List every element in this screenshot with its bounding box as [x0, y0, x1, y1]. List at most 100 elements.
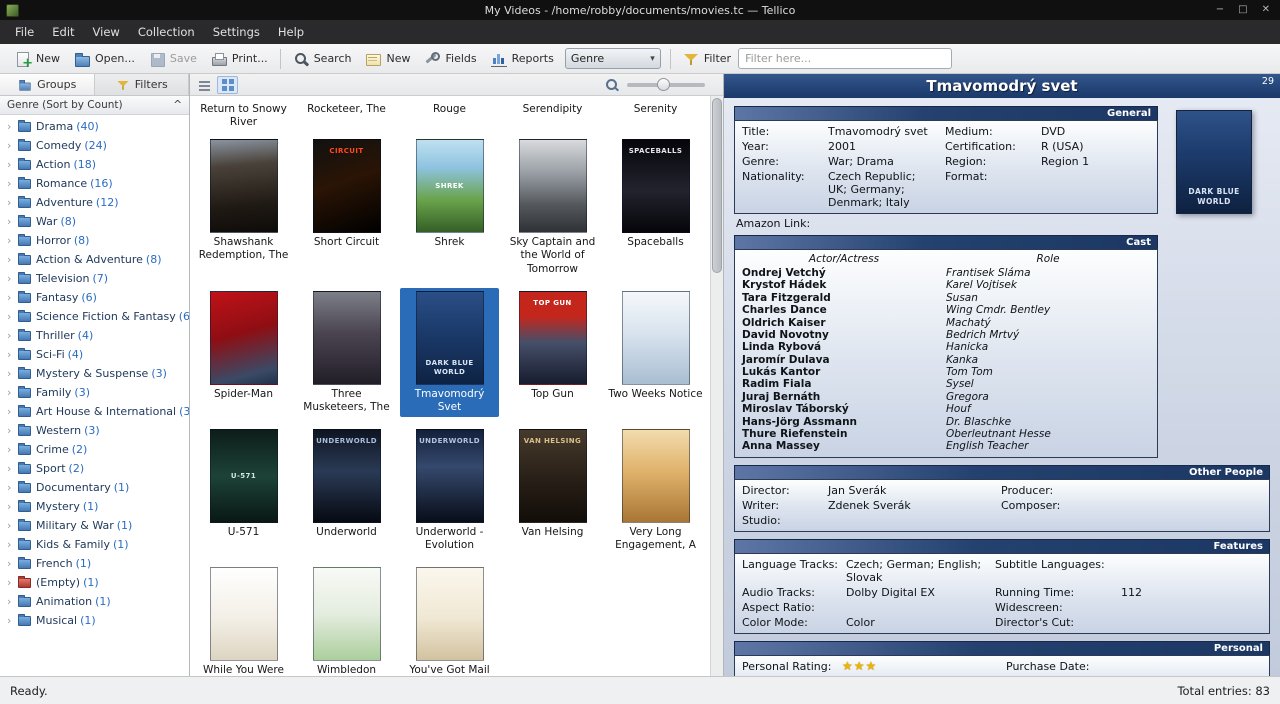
filter-input[interactable] [738, 48, 952, 69]
filter-button[interactable]: Filter [676, 48, 738, 70]
entry-tile[interactable]: UNDERWORLDUnderworld [297, 426, 396, 555]
group-count: (8) [60, 215, 76, 228]
expander-icon: › [7, 215, 17, 228]
expander-icon: › [7, 557, 17, 570]
group-sort-header[interactable]: Genre (Sort by Count) ^ [0, 96, 189, 115]
group-action[interactable]: ›Action(18) [0, 155, 189, 174]
group-western[interactable]: ›Western(3) [0, 421, 189, 440]
entry-tile-partial[interactable]: Serenity [606, 100, 705, 132]
movie-cover [622, 291, 690, 385]
entry-tile[interactable]: VAN HELSINGVan Helsing [503, 426, 602, 555]
group-adventure[interactable]: ›Adventure(12) [0, 193, 189, 212]
expander-icon: › [7, 272, 17, 285]
group-mystery-suspense[interactable]: ›Mystery & Suspense(3) [0, 364, 189, 383]
group-empty[interactable]: ›(Empty)(1) [0, 573, 189, 592]
entry-tile[interactable]: SHREKShrek [400, 136, 499, 278]
scrollbar-thumb[interactable] [712, 98, 722, 273]
group-fantasy[interactable]: ›Fantasy(6) [0, 288, 189, 307]
menu-view[interactable]: View [84, 21, 129, 43]
entry-tile[interactable]: Three Musketeers, The [297, 288, 396, 417]
entry-tile[interactable]: While You Were Sleeping [194, 564, 293, 676]
entry-tile-partial[interactable]: Return to Snowy River [194, 100, 293, 132]
group-count: (1) [117, 519, 133, 532]
open-button[interactable]: Open... [67, 48, 142, 70]
entry-tile[interactable]: Two Weeks Notice [606, 288, 705, 417]
group-romance[interactable]: ›Romance(16) [0, 174, 189, 193]
icon-view-button[interactable] [217, 76, 238, 94]
toolbar-button-label: Print... [232, 52, 268, 65]
new-entry-button[interactable]: New [358, 48, 417, 70]
cover-title-text: DARK BLUE WORLD [1179, 187, 1249, 206]
entry-tile[interactable]: Wimbledon [297, 564, 396, 676]
group-family[interactable]: ›Family(3) [0, 383, 189, 402]
group-military-war[interactable]: ›Military & War(1) [0, 516, 189, 535]
menu-settings[interactable]: Settings [204, 21, 269, 43]
zoom-slider[interactable] [627, 83, 705, 87]
entry-tile[interactable]: CIRCUITShort Circuit [297, 136, 396, 278]
entry-tile[interactable]: Spider-Man [194, 288, 293, 417]
amazon-link-label[interactable]: Amazon Link: [734, 214, 1158, 235]
cover-title-text: TOP GUN [522, 299, 584, 308]
icon-view-scrollbar[interactable] [710, 96, 723, 676]
entry-tile[interactable]: UNDERWORLDUnderworld - Evolution [400, 426, 499, 555]
group-action-adventure[interactable]: ›Action & Adventure(8) [0, 250, 189, 269]
group-drama[interactable]: ›Drama(40) [0, 117, 189, 136]
entry-tile[interactable]: U-571U-571 [194, 426, 293, 555]
group-television[interactable]: ›Television(7) [0, 269, 189, 288]
group-animation[interactable]: ›Animation(1) [0, 592, 189, 611]
menu-collection[interactable]: Collection [129, 21, 204, 43]
group-french[interactable]: ›French(1) [0, 554, 189, 573]
zoom-out-icon[interactable] [604, 77, 620, 93]
entry-tile[interactable]: Shawshank Redemption, The [194, 136, 293, 278]
menu-edit[interactable]: Edit [43, 21, 83, 43]
group-count: (1) [83, 500, 99, 513]
menu-file[interactable]: File [6, 21, 43, 43]
role-name: Kanka [946, 354, 1150, 366]
entry-tile[interactable]: TOP GUNTop Gun [503, 288, 602, 417]
fields-button[interactable]: Fields [417, 48, 483, 70]
tab-filters[interactable]: Filters [95, 74, 190, 95]
group-sci-fi[interactable]: ›Sci-Fi(4) [0, 345, 189, 364]
entry-tile-partial[interactable]: Rocketeer, The [297, 100, 396, 132]
group-art-house-international[interactable]: ›Art House & International(3) [0, 402, 189, 421]
window-title: My Videos - /home/robby/documents/movies… [0, 4, 1280, 17]
entry-tile-partial[interactable]: Serendipity [503, 100, 602, 132]
group-by-select[interactable]: Genre▾ [565, 48, 661, 69]
menu-help[interactable]: Help [269, 21, 313, 43]
role-name: English Teacher [946, 440, 1150, 452]
section-header-other-people: Other People [734, 465, 1270, 479]
entry-tile[interactable]: DARK BLUE WORLDTmavomodrý Svet [400, 288, 499, 417]
group-crime[interactable]: ›Crime(2) [0, 440, 189, 459]
entry-tile-partial[interactable]: Rouge [400, 100, 499, 132]
field-label: Director: [742, 484, 820, 497]
list-view-button[interactable] [194, 76, 215, 94]
group-science-fiction-fantasy[interactable]: ›Science Fiction & Fantasy(6) [0, 307, 189, 326]
group-war[interactable]: ›War(8) [0, 212, 189, 231]
close-button[interactable]: ✕ [1262, 0, 1270, 20]
group-horror[interactable]: ›Horror(8) [0, 231, 189, 250]
entry-icon-view: Return to Snowy RiverRocketeer, TheRouge… [190, 74, 724, 676]
group-mystery[interactable]: ›Mystery(1) [0, 497, 189, 516]
print-button[interactable]: Print... [204, 48, 275, 70]
new-collection-button[interactable]: New [8, 48, 67, 70]
entry-tile[interactable]: SPACEBALLSSpaceballs [606, 136, 705, 278]
zoom-slider-handle[interactable] [657, 78, 670, 91]
group-label: Adventure [36, 196, 93, 209]
tab-groups[interactable]: Groups [0, 74, 95, 95]
reports-button[interactable]: Reports [484, 48, 561, 70]
movie-cover: TOP GUN [519, 291, 587, 385]
group-label: French [36, 557, 73, 570]
group-musical[interactable]: ›Musical(1) [0, 611, 189, 630]
group-sport[interactable]: ›Sport(2) [0, 459, 189, 478]
entry-tile[interactable]: You've Got Mail [400, 564, 499, 676]
entry-tile[interactable]: Very Long Engagement, A [606, 426, 705, 555]
minimize-button[interactable]: − [1216, 0, 1224, 20]
group-thriller[interactable]: ›Thriller(4) [0, 326, 189, 345]
search-button[interactable]: Search [286, 48, 359, 70]
entry-tile[interactable]: Sky Captain and the World of Tomorrow [503, 136, 602, 278]
maximize-button[interactable]: □ [1238, 0, 1247, 20]
group-kids-family[interactable]: ›Kids & Family(1) [0, 535, 189, 554]
group-documentary[interactable]: ›Documentary(1) [0, 478, 189, 497]
toolbar-button-label: New [386, 52, 410, 65]
group-comedy[interactable]: ›Comedy(24) [0, 136, 189, 155]
